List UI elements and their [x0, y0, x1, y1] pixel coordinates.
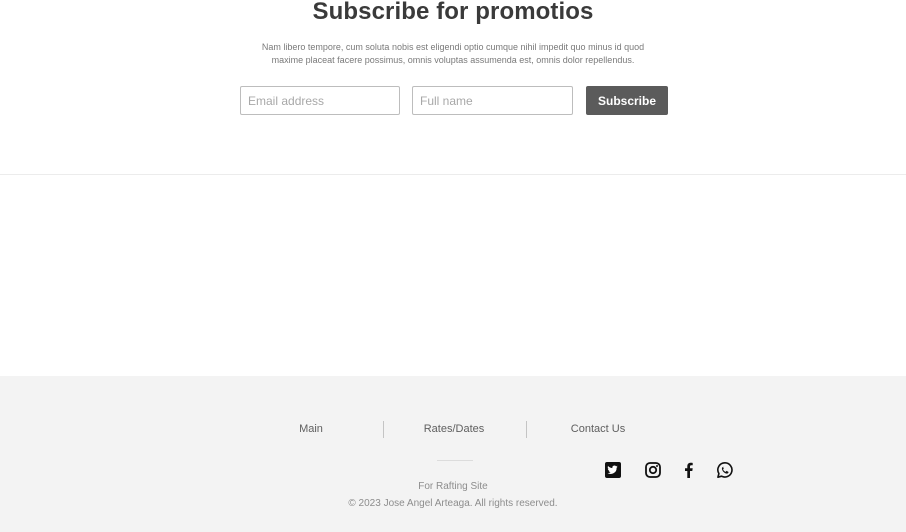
- whatsapp-icon[interactable]: [716, 461, 734, 479]
- nav-separator: [383, 421, 384, 438]
- site-credit: For Rafting Site: [418, 481, 488, 492]
- nav-separator: [526, 421, 527, 438]
- twitter-icon[interactable]: [604, 461, 622, 479]
- facebook-icon[interactable]: [680, 461, 698, 479]
- email-field[interactable]: [240, 86, 400, 115]
- full-name-field[interactable]: [412, 86, 573, 115]
- subscribe-button[interactable]: Subscribe: [586, 86, 668, 115]
- copyright-text: © 2023 Jose Angel Arteaga. All rights re…: [348, 498, 558, 509]
- footer: Main Rates/Dates Contact Us For Rafting …: [0, 376, 906, 532]
- subscribe-title: Subscribe for promotios: [312, 0, 594, 25]
- subscribe-section: Subscribe for promotios Nam libero tempo…: [0, 0, 906, 175]
- footer-nav-contact-us[interactable]: Contact Us: [560, 423, 636, 435]
- footer-divider: [437, 460, 473, 461]
- footer-nav-rates-dates[interactable]: Rates/Dates: [414, 423, 494, 435]
- footer-nav-main[interactable]: Main: [280, 423, 342, 435]
- instagram-icon[interactable]: [644, 461, 662, 479]
- subscribe-description: Nam libero tempore, cum soluta nobis est…: [261, 42, 645, 65]
